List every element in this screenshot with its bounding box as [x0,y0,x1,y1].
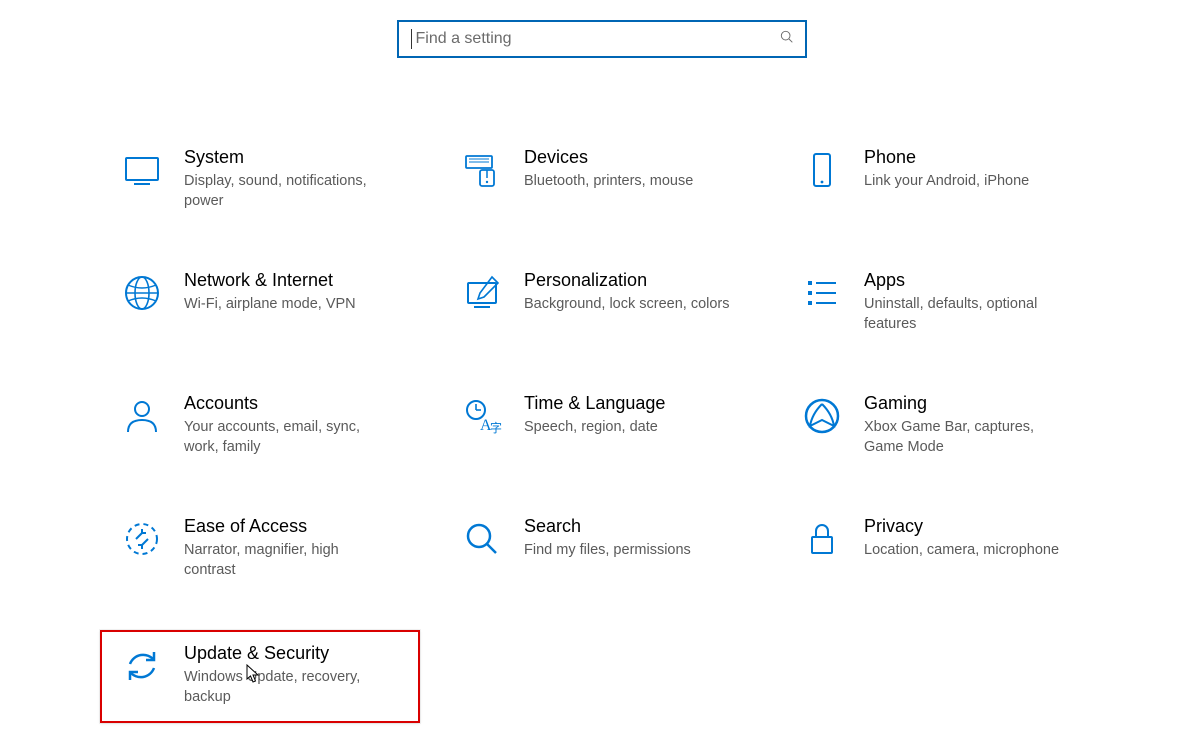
tile-network[interactable]: Network & Internet Wi-Fi, airplane mode,… [110,261,420,346]
apps-icon [800,271,844,315]
svg-text:字: 字 [490,420,502,435]
tile-title: Time & Language [524,392,750,415]
tile-title: Ease of Access [184,515,410,538]
tile-update-security[interactable]: Update & Security Windows Update, recove… [100,630,420,723]
tile-time-language[interactable]: A 字 Time & Language Speech, region, date [450,384,760,469]
search-placeholder: Find a setting [416,30,512,48]
tile-desc: Bluetooth, printers, mouse [524,171,734,191]
magnifier-icon [460,517,504,561]
tile-desc: Location, camera, microphone [864,540,1074,560]
system-icon [120,148,164,192]
text-cursor [411,29,412,49]
tile-title: Network & Internet [184,269,410,292]
tile-search[interactable]: Search Find my files, permissions [450,507,760,592]
tile-apps[interactable]: Apps Uninstall, defaults, optional featu… [790,261,1100,346]
tile-desc: Windows Update, recovery, backup [184,667,394,708]
tile-desc: Uninstall, defaults, optional features [864,294,1074,335]
phone-icon [800,148,844,192]
tile-desc: Background, lock screen, colors [524,294,734,314]
time-language-icon: A 字 [460,394,504,438]
tile-desc: Narrator, magnifier, high contrast [184,540,394,581]
tile-desc: Link your Android, iPhone [864,171,1074,191]
devices-icon [460,148,504,192]
tile-title: Search [524,515,750,538]
tile-desc: Find my files, permissions [524,540,734,560]
update-icon [120,644,164,688]
tile-desc: Wi-Fi, airplane mode, VPN [184,294,394,314]
person-icon [120,394,164,438]
lock-icon [800,517,844,561]
tile-title: Phone [864,146,1090,169]
tile-phone[interactable]: Phone Link your Android, iPhone [790,138,1100,223]
tile-system[interactable]: System Display, sound, notifications, po… [110,138,420,223]
tile-desc: Speech, region, date [524,417,734,437]
tile-desc: Xbox Game Bar, captures, Game Mode [864,417,1074,458]
tile-title: Privacy [864,515,1090,538]
tile-title: Gaming [864,392,1090,415]
tile-title: Apps [864,269,1090,292]
tile-desc: Display, sound, notifications, power [184,171,394,212]
tile-ease-of-access[interactable]: Ease of Access Narrator, magnifier, high… [110,507,420,592]
tile-privacy[interactable]: Privacy Location, camera, microphone [790,507,1100,592]
globe-icon [120,271,164,315]
tile-title: Personalization [524,269,750,292]
search-input[interactable]: Find a setting [397,20,807,58]
settings-grid: System Display, sound, notifications, po… [0,58,1203,723]
tile-title: Devices [524,146,750,169]
tile-title: System [184,146,410,169]
tile-title: Update & Security [184,642,410,665]
tile-desc: Your accounts, email, sync, work, family [184,417,394,458]
ease-of-access-icon [120,517,164,561]
tile-devices[interactable]: Devices Bluetooth, printers, mouse [450,138,760,223]
tile-accounts[interactable]: Accounts Your accounts, email, sync, wor… [110,384,420,469]
gaming-icon [800,394,844,438]
tile-title: Accounts [184,392,410,415]
paint-icon [460,271,504,315]
tile-personalization[interactable]: Personalization Background, lock screen,… [450,261,760,346]
search-icon [779,29,795,50]
tile-gaming[interactable]: Gaming Xbox Game Bar, captures, Game Mod… [790,384,1100,469]
